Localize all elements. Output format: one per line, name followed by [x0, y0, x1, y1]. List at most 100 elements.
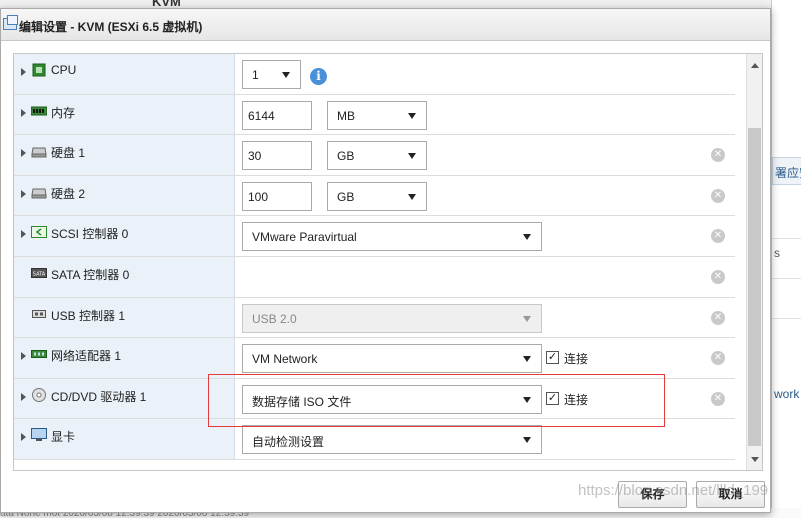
background-header: KVM	[0, 0, 801, 9]
scrollbar[interactable]	[746, 54, 762, 470]
memory-unit-select[interactable]: MB	[327, 100, 427, 130]
display-icon	[31, 428, 47, 442]
hardware-row-memory: 内存 6144 MB	[14, 94, 735, 136]
expand-arrow-icon[interactable]	[21, 230, 26, 239]
scroll-thumb[interactable]	[748, 128, 761, 446]
cancel-button[interactable]: 取消	[696, 481, 765, 508]
row-label-cell: SATA SATA 控制器 0	[14, 256, 235, 297]
cpu-count-select[interactable]: 1	[242, 60, 301, 89]
disk-1-size-input[interactable]: 30	[242, 141, 312, 171]
chevron-down-icon	[523, 315, 531, 322]
select-value: 自动检测设置	[252, 435, 325, 450]
select-value: VM Network	[252, 352, 318, 367]
save-button[interactable]: 保存	[618, 481, 687, 508]
select-value: 1	[252, 68, 259, 82]
chevron-down-icon	[523, 396, 531, 403]
disk-1-unit-select[interactable]: GB	[327, 141, 427, 171]
network-adapter-icon	[31, 350, 47, 359]
connect-checkbox[interactable]: ✓	[546, 391, 559, 405]
cpu-icon	[32, 63, 46, 77]
row-label-cell: CPU	[14, 54, 235, 94]
scsi-type-select[interactable]: VMware Paravirtual	[242, 222, 542, 252]
remove-icon[interactable]: ✕	[711, 310, 725, 325]
chevron-down-icon	[408, 153, 416, 160]
row-label: 硬盘 1	[51, 146, 86, 161]
usb-icon	[32, 309, 46, 318]
row-label: SATA 控制器 0	[51, 267, 130, 282]
cd-dvd-source-select[interactable]: 数据存储 ISO 文件	[242, 384, 542, 414]
disk-2-unit-select[interactable]: GB	[327, 181, 427, 211]
divider	[772, 238, 801, 239]
hardware-row-video-card: 显卡 自动检测设置	[14, 419, 735, 460]
cd-dvd-icon	[32, 387, 46, 402]
memory-size-input[interactable]: 6144	[242, 100, 312, 130]
edit-settings-dialog: 编辑设置 - KVM (ESXi 6.5 虚拟机) CPU 1 i 内存 614…	[0, 8, 771, 513]
expand-arrow-icon[interactable]	[21, 433, 26, 442]
remove-icon[interactable]: ✕	[711, 188, 725, 203]
scroll-down-arrow-icon[interactable]	[751, 457, 759, 462]
row-label: CD/DVD 驱动器 1	[51, 389, 147, 404]
hardware-list: CPU 1 i 内存 6144 MB 硬盘 1 30 GB ✕ 硬盘 2 100…	[13, 53, 763, 471]
hardware-row-network-adapter: 网络适配器 1 VM Network ✓ 连接 ✕	[14, 338, 735, 379]
chevron-down-icon	[282, 72, 290, 78]
row-label: SCSI 控制器 0	[51, 227, 129, 242]
hardware-row-scsi-controller: SCSI 控制器 0 VMware Paravirtual ✕	[14, 216, 735, 257]
hardware-row-sata-controller: SATA SATA 控制器 0 ✕	[14, 256, 735, 298]
hardware-rows: CPU 1 i 内存 6144 MB 硬盘 1 30 GB ✕ 硬盘 2 100…	[14, 54, 735, 460]
background-link[interactable]: work (视	[772, 385, 801, 402]
expand-arrow-icon[interactable]	[21, 68, 26, 76]
chevron-down-icon	[408, 193, 416, 200]
row-label-cell: 硬盘 2	[14, 175, 235, 216]
connect-label: 连接	[564, 392, 589, 407]
connect-label: 连接	[564, 352, 589, 367]
hardware-row-cpu: CPU 1 i	[14, 54, 735, 95]
hard-disk-icon	[31, 147, 47, 158]
remove-icon[interactable]: ✕	[711, 229, 725, 244]
svg-text:SATA: SATA	[33, 271, 46, 277]
background-button[interactable]: 署应安	[772, 157, 801, 185]
row-label: USB 控制器 1	[51, 308, 126, 323]
info-icon[interactable]: i	[310, 68, 327, 85]
remove-icon[interactable]: ✕	[711, 391, 725, 406]
row-label-cell: CD/DVD 驱动器 1	[14, 378, 235, 419]
remove-icon[interactable]: ✕	[711, 269, 725, 284]
chevron-down-icon	[523, 437, 531, 444]
expand-arrow-icon[interactable]	[21, 149, 26, 158]
scroll-up-arrow-icon[interactable]	[751, 63, 759, 68]
disk-2-size-input[interactable]: 100	[242, 181, 312, 211]
expand-arrow-icon[interactable]	[21, 108, 26, 117]
chevron-down-icon	[523, 234, 531, 241]
divider	[772, 318, 801, 319]
background-panel: 署应安 s work (视	[771, 0, 801, 518]
remove-icon[interactable]: ✕	[711, 148, 725, 163]
row-label-cell: SCSI 控制器 0	[14, 216, 235, 256]
row-label: 内存	[51, 105, 76, 120]
connect-checkbox[interactable]: ✓	[546, 351, 559, 365]
select-value: USB 2.0	[252, 311, 297, 326]
row-label-cell: USB 控制器 1	[14, 297, 235, 338]
hardware-row-hard-disk-2: 硬盘 2 100 GB ✕	[14, 175, 735, 217]
remove-icon[interactable]: ✕	[711, 351, 725, 366]
select-value: VMware Paravirtual	[252, 230, 357, 245]
chevron-down-icon	[523, 356, 531, 363]
expand-arrow-icon[interactable]	[21, 189, 26, 198]
video-card-select[interactable]: 自动检测设置	[242, 425, 542, 455]
select-value: GB	[337, 149, 355, 164]
row-label-cell: 硬盘 1	[14, 135, 235, 175]
network-select[interactable]: VM Network	[242, 344, 542, 374]
vm-edit-icon	[3, 15, 18, 30]
select-value: 数据存储 ISO 文件	[252, 394, 352, 409]
hardware-row-hard-disk-1: 硬盘 1 30 GB ✕	[14, 135, 735, 176]
expand-arrow-icon[interactable]	[21, 352, 26, 361]
hardware-row-cd-dvd-drive: CD/DVD 驱动器 1 数据存储 ISO 文件 ✓ 连接 ✕	[14, 378, 735, 420]
chevron-down-icon	[408, 112, 416, 119]
row-label: 显卡	[51, 430, 76, 445]
expand-arrow-icon[interactable]	[21, 392, 26, 401]
row-label: 网络适配器 1	[51, 349, 122, 364]
row-label-cell: 网络适配器 1	[14, 338, 235, 378]
row-label-cell: 内存	[14, 94, 235, 135]
usb-version-select: USB 2.0	[242, 303, 542, 333]
dialog-titlebar[interactable]: 编辑设置 - KVM (ESXi 6.5 虚拟机)	[1, 9, 770, 41]
dialog-title: 编辑设置 - KVM (ESXi 6.5 虚拟机)	[19, 20, 203, 34]
row-label-cell: 显卡	[14, 419, 235, 459]
